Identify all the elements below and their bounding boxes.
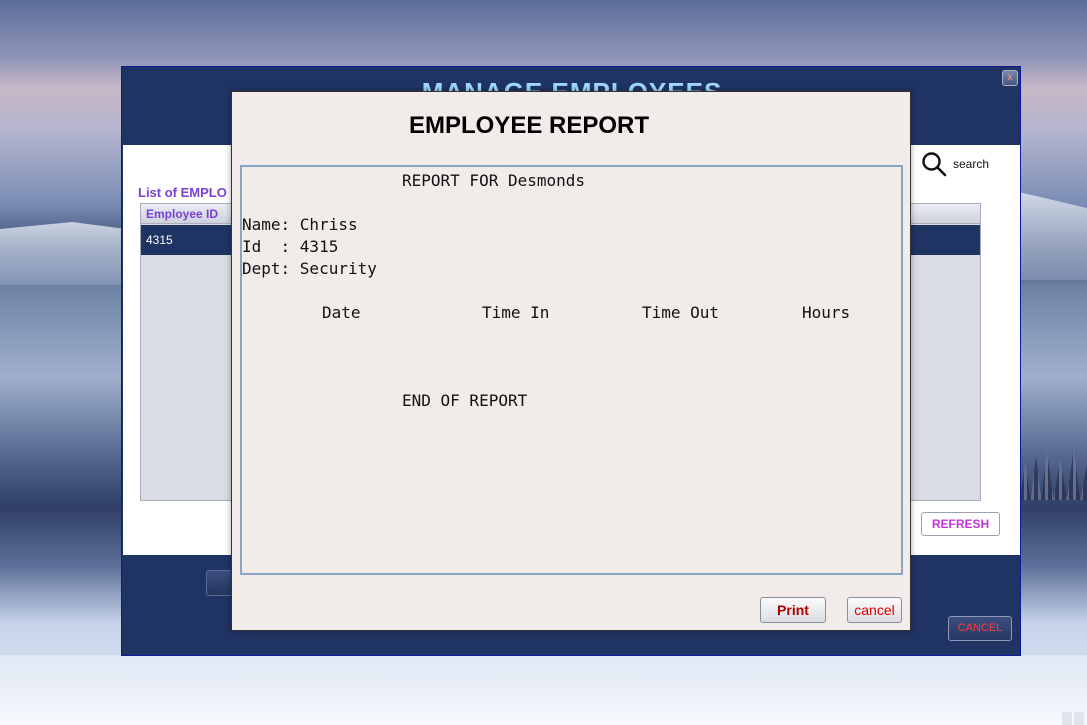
employee-report-dialog: EMPLOYEE REPORT REPORT FOR Desmonds Name…	[231, 91, 911, 631]
background-hill	[1010, 190, 1087, 280]
dialog-title: EMPLOYEE REPORT	[408, 112, 650, 139]
print-button[interactable]: Print	[760, 597, 826, 623]
report-dept-line: Dept: Security	[242, 259, 377, 278]
column-header-employee-id[interactable]: Employee ID	[146, 207, 218, 221]
search-icon	[922, 152, 947, 177]
close-button[interactable]: x	[1002, 70, 1018, 86]
resize-grip	[1062, 712, 1084, 725]
report-column-time-out: Time Out	[642, 303, 720, 322]
refresh-button[interactable]: REFRESH	[921, 512, 1000, 536]
cancel-button[interactable]: CANCEL	[948, 616, 1012, 641]
background-trees	[1020, 447, 1087, 500]
search-label: search	[953, 157, 990, 171]
report-column-hours: Hours	[802, 303, 851, 322]
report-id-line: Id : 4315	[242, 237, 339, 256]
search-button[interactable]: search	[921, 149, 1011, 179]
report-name-line: Name: Chriss	[242, 215, 358, 234]
dialog-cancel-button[interactable]: cancel	[847, 597, 902, 623]
report-footer: END OF REPORT	[402, 391, 528, 410]
report-column-date: Date	[322, 303, 361, 322]
employee-list-label: List of EMPLO	[138, 185, 227, 200]
report-text-area[interactable]: REPORT FOR Desmonds Name: Chriss Id : 43…	[240, 165, 903, 575]
table-cell-employee-id: 4315	[146, 233, 173, 247]
background-snow	[0, 655, 1087, 725]
report-heading: REPORT FOR Desmonds	[402, 171, 586, 190]
report-column-time-in: Time In	[482, 303, 550, 322]
